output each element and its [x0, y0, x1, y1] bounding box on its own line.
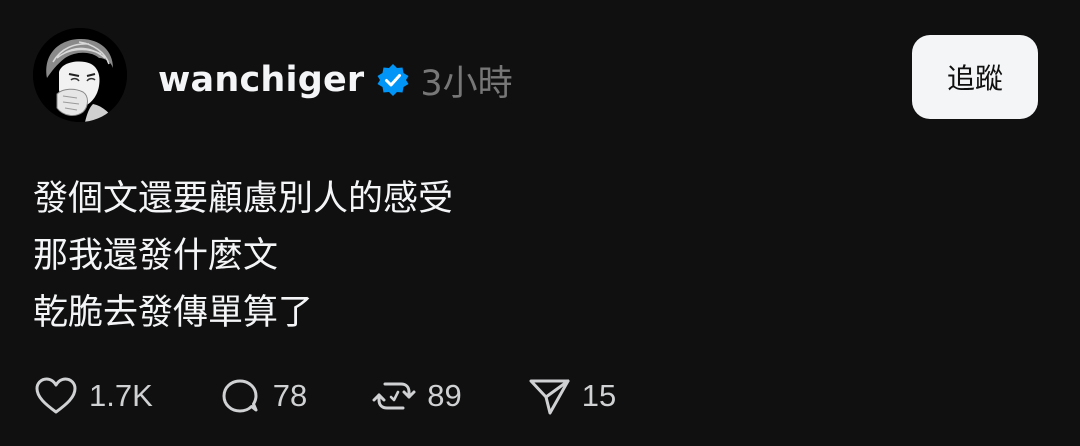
- reply-button[interactable]: 78: [217, 373, 307, 419]
- verified-badge-icon: [376, 63, 410, 97]
- post-text-line: 那我還發什麼文: [33, 236, 279, 276]
- heart-icon: [35, 377, 77, 414]
- repost-button[interactable]: 89: [371, 373, 462, 419]
- author-avatar[interactable]: [33, 28, 127, 122]
- post-timestamp: 3小時: [420, 63, 513, 104]
- share-count: 15: [581, 378, 617, 413]
- comment-icon: [222, 379, 258, 413]
- send-icon: [529, 379, 570, 415]
- post-text-line: 乾脆去發傳單算了: [33, 293, 314, 333]
- sketch-portrait-avatar-icon: [33, 28, 127, 122]
- post-text-line: 發個文還要顧慮別人的感受: [33, 179, 454, 219]
- post-body: 發個文還要顧慮別人的感受 那我還發什麼文 乾脆去發傳單算了: [33, 171, 453, 342]
- author-username[interactable]: wanchiger: [158, 60, 364, 100]
- repost-count: 89: [427, 378, 462, 413]
- post-header: wanchiger 3小時: [158, 52, 513, 108]
- post-actions: 1.7K 78 89 15: [33, 372, 616, 420]
- like-button[interactable]: 1.7K: [33, 373, 153, 419]
- repost-icon: [372, 382, 416, 410]
- reply-count: 78: [272, 378, 308, 413]
- follow-button[interactable]: 追蹤: [912, 35, 1038, 119]
- like-count: 1.7K: [89, 378, 153, 413]
- share-button[interactable]: 15: [526, 373, 616, 419]
